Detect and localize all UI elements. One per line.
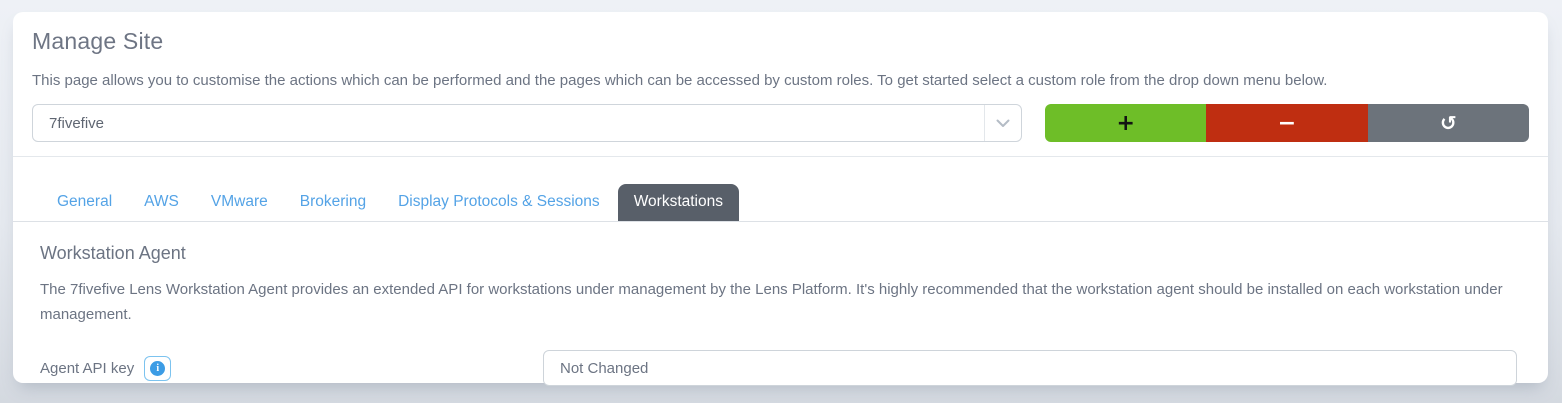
card-header-section: Manage Site This page allows you to cust… — [13, 12, 1548, 142]
reset-button[interactable]: ↺ — [1368, 104, 1529, 142]
tab-workstations[interactable]: Workstations — [618, 184, 739, 221]
add-role-button[interactable]: + — [1045, 104, 1206, 142]
panel-heading: Workstation Agent — [40, 243, 1517, 264]
settings-tabs: General AWS VMware Brokering Display Pro… — [13, 184, 1548, 222]
tab-vmware[interactable]: VMware — [195, 184, 284, 221]
page-description: This page allows you to customise the ac… — [32, 72, 1529, 89]
section-divider — [13, 156, 1548, 157]
role-select-value: 7fivefive — [33, 115, 984, 132]
info-button[interactable]: i — [144, 356, 171, 381]
remove-role-button[interactable]: − — [1206, 104, 1367, 142]
tab-brokering[interactable]: Brokering — [284, 184, 382, 221]
manage-site-card: Manage Site This page allows you to cust… — [13, 12, 1548, 383]
role-action-button-group: + − ↺ — [1045, 104, 1529, 142]
workstations-panel: Workstation Agent The 7fivefive Lens Wor… — [13, 222, 1548, 386]
chevron-down-icon — [984, 105, 1021, 141]
tab-general[interactable]: General — [41, 184, 128, 221]
tab-display-protocols-sessions[interactable]: Display Protocols & Sessions — [382, 184, 616, 221]
minus-icon: − — [1278, 111, 1296, 136]
agent-api-key-row: Agent API key i — [40, 350, 1517, 386]
page-title: Manage Site — [32, 28, 1529, 55]
agent-api-key-input[interactable] — [543, 350, 1517, 386]
plus-icon: + — [1116, 111, 1134, 136]
agent-api-key-label-group: Agent API key i — [40, 356, 543, 381]
role-select[interactable]: 7fivefive — [32, 104, 1022, 142]
panel-description: The 7fivefive Lens Workstation Agent pro… — [40, 277, 1510, 327]
tab-aws[interactable]: AWS — [128, 184, 195, 221]
info-icon: i — [150, 361, 165, 376]
role-selector-row: 7fivefive + − ↺ — [32, 104, 1529, 142]
agent-api-key-label: Agent API key — [40, 360, 134, 377]
agent-api-key-input-col — [543, 350, 1517, 386]
undo-icon: ↺ — [1440, 111, 1457, 135]
